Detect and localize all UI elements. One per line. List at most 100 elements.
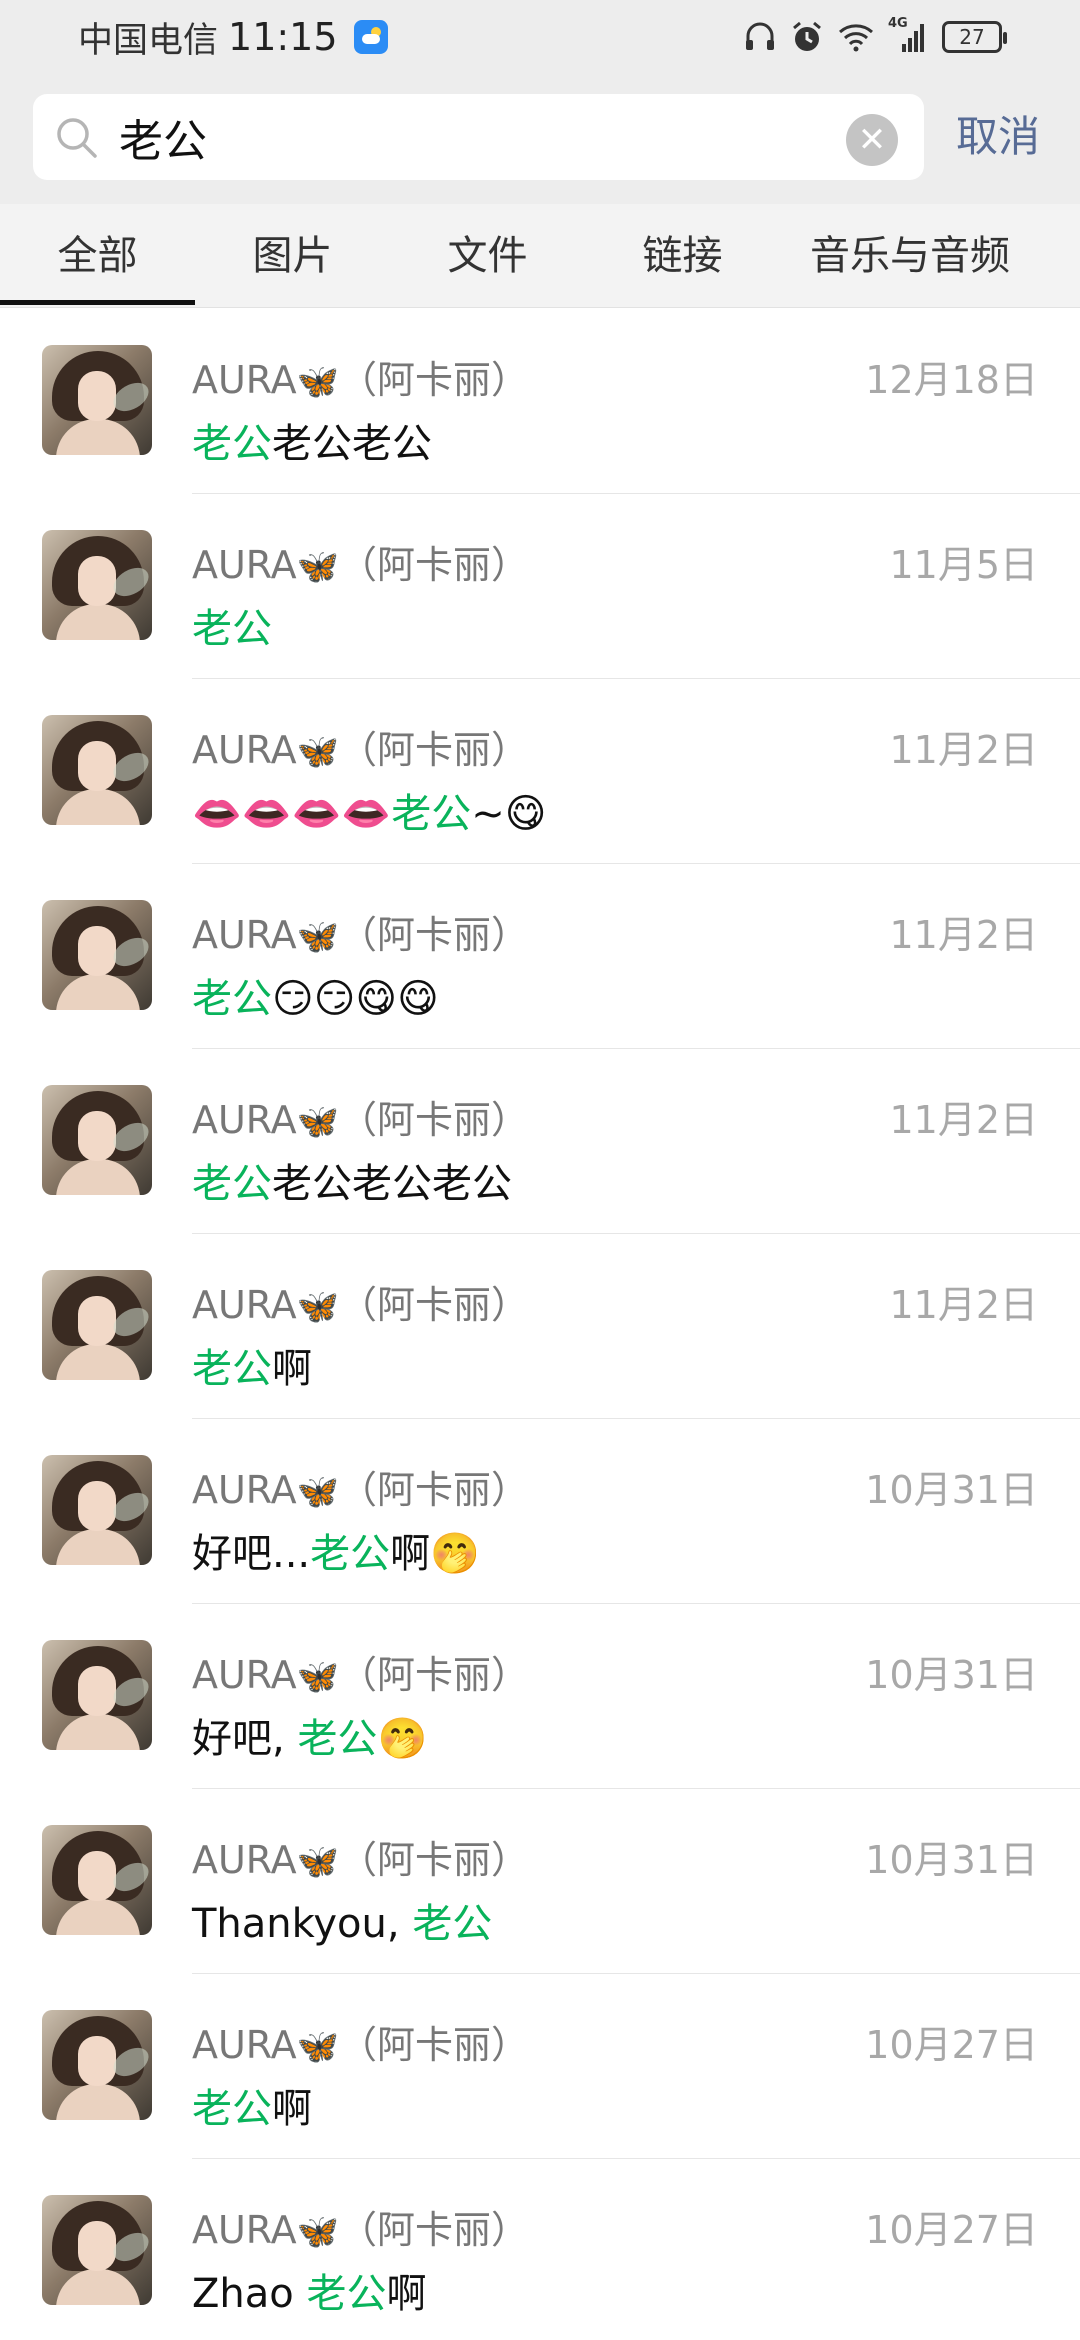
snippet-prefix: Zhao xyxy=(192,2271,307,2317)
contact-name-text: AURA xyxy=(192,2208,297,2252)
result-row[interactable]: AURA🦋（阿卡丽） 12月18日 老公老公老公 xyxy=(0,309,1080,494)
avatar[interactable] xyxy=(42,2195,152,2305)
message-date: 10月31日 xyxy=(865,1468,1038,1512)
search-box[interactable]: ✕ xyxy=(33,94,924,180)
contact-name-suffix: （阿卡丽） xyxy=(339,728,530,772)
tab-links[interactable]: 链接 xyxy=(585,204,780,308)
avatar[interactable] xyxy=(42,900,152,1010)
snippet-highlight: 老公 xyxy=(192,2086,272,2132)
snippet-prefix: 👄👄👄👄 xyxy=(192,791,392,837)
contact-name: AURA🦋（阿卡丽） xyxy=(192,2014,529,2069)
snippet-prefix: Thankyou, xyxy=(192,1901,413,1947)
avatar[interactable] xyxy=(42,1825,152,1935)
wifi-icon xyxy=(839,24,873,52)
tab-all[interactable]: 全部 xyxy=(0,204,195,308)
snippet-suffix: 老公老公 xyxy=(272,421,432,467)
snippet-highlight: 老公 xyxy=(297,1716,378,1762)
contact-name: AURA🦋（阿卡丽） xyxy=(192,1274,529,1329)
message-date: 11月2日 xyxy=(889,1098,1038,1142)
snippet-highlight: 老公 xyxy=(192,1346,272,1392)
snippet-suffix: 老公老公老公 xyxy=(272,1161,512,1207)
snippet-highlight: 老公 xyxy=(192,606,272,652)
message-snippet: 老公 xyxy=(192,596,272,654)
weather-app-icon xyxy=(353,20,388,54)
alarm-icon xyxy=(793,21,821,51)
result-row[interactable]: AURA🦋（阿卡丽） 11月2日 👄👄👄👄老公~😋 xyxy=(0,679,1080,864)
message-date: 11月2日 xyxy=(889,728,1038,772)
message-date: 10月31日 xyxy=(865,1838,1038,1882)
result-row[interactable]: AURA🦋（阿卡丽） 11月5日 老公 xyxy=(0,494,1080,679)
result-row[interactable]: AURA🦋（阿卡丽） 10月31日 Thankyou, 老公 xyxy=(0,1789,1080,1974)
snippet-prefix: 好吧... xyxy=(192,1531,311,1577)
message-snippet: 好吧, 老公🤭 xyxy=(192,1706,427,1764)
tab-images[interactable]: 图片 xyxy=(195,204,390,308)
contact-name-suffix: （阿卡丽） xyxy=(339,1838,530,1882)
contact-name: AURA🦋（阿卡丽） xyxy=(192,1089,529,1144)
status-left: 中国电信 11:15 xyxy=(78,12,388,62)
avatar[interactable] xyxy=(42,1640,152,1750)
contact-name-suffix: （阿卡丽） xyxy=(339,358,530,402)
snippet-highlight: 老公 xyxy=(192,421,272,467)
butterfly-emoji-icon: 🦋 xyxy=(296,732,340,772)
contact-name: AURA🦋（阿卡丽） xyxy=(192,1459,529,1514)
headphones-icon xyxy=(746,22,774,50)
snippet-highlight: 老公 xyxy=(192,976,272,1022)
snippet-suffix: 啊🤭 xyxy=(390,1531,480,1577)
butterfly-emoji-icon: 🦋 xyxy=(296,1842,340,1882)
result-row[interactable]: AURA🦋（阿卡丽） 10月27日 Zhao 老公啊 xyxy=(0,2159,1080,2340)
contact-name-text: AURA xyxy=(192,1283,297,1327)
avatar[interactable] xyxy=(42,530,152,640)
search-icon xyxy=(57,118,97,158)
snippet-highlight: 老公 xyxy=(412,1901,493,1947)
butterfly-emoji-icon: 🦋 xyxy=(296,917,340,957)
tab-files[interactable]: 文件 xyxy=(390,204,585,308)
snippet-highlight: 老公 xyxy=(192,1161,272,1207)
avatar[interactable] xyxy=(42,2010,152,2120)
snippet-suffix: 啊 xyxy=(272,1346,312,1392)
search-input[interactable] xyxy=(119,94,859,180)
contact-name: AURA🦋（阿卡丽） xyxy=(192,1829,529,1884)
message-date: 12月18日 xyxy=(865,358,1038,402)
snippet-suffix: 😏😏😋😋 xyxy=(272,976,439,1022)
message-date: 10月27日 xyxy=(865,2208,1038,2252)
result-row[interactable]: AURA🦋（阿卡丽） 11月2日 老公😏😏😋😋 xyxy=(0,864,1080,1049)
contact-name: AURA🦋（阿卡丽） xyxy=(192,349,529,404)
snippet-highlight: 老公 xyxy=(391,791,472,837)
butterfly-emoji-icon: 🦋 xyxy=(296,1287,340,1327)
snippet-highlight: 老公 xyxy=(306,2271,387,2317)
clock-time: 11:15 xyxy=(228,15,338,59)
clear-search-button[interactable]: ✕ xyxy=(846,114,898,166)
avatar[interactable] xyxy=(42,1270,152,1380)
result-row[interactable]: AURA🦋（阿卡丽） 10月31日 好吧...老公啊🤭 xyxy=(0,1419,1080,1604)
result-row[interactable]: AURA🦋（阿卡丽） 11月2日 老公老公老公老公 xyxy=(0,1049,1080,1234)
result-row[interactable]: AURA🦋（阿卡丽） 10月31日 好吧, 老公🤭 xyxy=(0,1604,1080,1789)
avatar[interactable] xyxy=(42,1455,152,1565)
result-row[interactable]: AURA🦋（阿卡丽） 10月27日 老公啊 xyxy=(0,1974,1080,2159)
snippet-suffix: ~😋 xyxy=(471,791,547,837)
result-row[interactable]: AURA🦋（阿卡丽） 11月2日 老公啊 xyxy=(0,1234,1080,1419)
avatar[interactable] xyxy=(42,1085,152,1195)
contact-name: AURA🦋（阿卡丽） xyxy=(192,2199,529,2254)
tab-music-audio[interactable]: 音乐与音频 xyxy=(780,204,1040,308)
butterfly-emoji-icon: 🦋 xyxy=(296,2027,340,2067)
contact-name-suffix: （阿卡丽） xyxy=(339,543,530,587)
message-date: 10月31日 xyxy=(865,1653,1038,1697)
contact-name-suffix: （阿卡丽） xyxy=(339,913,530,957)
snippet-prefix: 好吧, xyxy=(192,1716,298,1762)
message-snippet: 老公😏😏😋😋 xyxy=(192,966,439,1024)
contact-name-text: AURA xyxy=(192,1653,297,1697)
cancel-button[interactable]: 取消 xyxy=(956,102,1040,172)
avatar[interactable] xyxy=(42,715,152,825)
snippet-suffix: 啊 xyxy=(386,2271,427,2317)
search-header: ✕ 取消 xyxy=(0,72,1080,204)
contact-name: AURA🦋（阿卡丽） xyxy=(192,719,529,774)
message-snippet: 好吧...老公啊🤭 xyxy=(192,1521,480,1579)
message-date: 11月2日 xyxy=(889,1283,1038,1327)
contact-name-text: AURA xyxy=(192,543,297,587)
filter-tabs: 全部 图片 文件 链接 音乐与音频 xyxy=(0,204,1080,308)
status-bar: 中国电信 11:15 4G 27 xyxy=(0,0,1080,72)
contact-name-suffix: （阿卡丽） xyxy=(339,1468,530,1512)
avatar[interactable] xyxy=(42,345,152,455)
contact-name: AURA🦋（阿卡丽） xyxy=(192,904,529,959)
search-results-list: AURA🦋（阿卡丽） 12月18日 老公老公老公 AURA🦋（阿卡丽） 11月5… xyxy=(0,309,1080,2340)
